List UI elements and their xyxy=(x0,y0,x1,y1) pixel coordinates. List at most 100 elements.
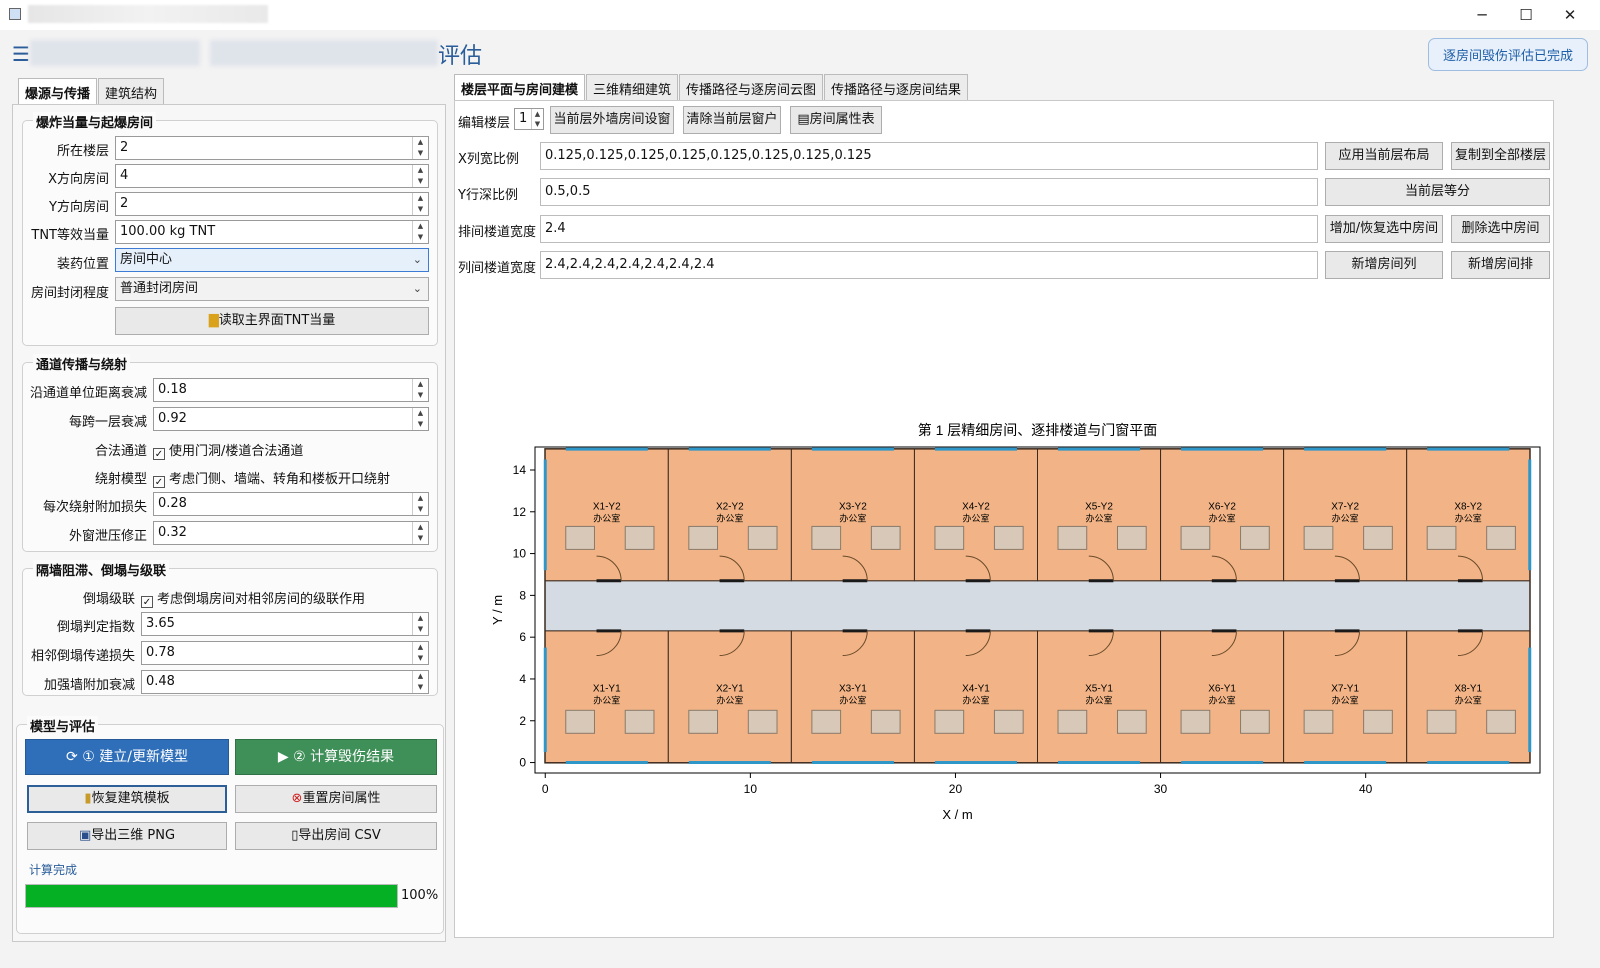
cascade-text: 考虑倒塌房间对相邻房间的级联作用 xyxy=(157,592,366,607)
spin-arrows-icon[interactable]: ▲ ▼ xyxy=(412,493,428,515)
spin-arrows-icon[interactable]: ▲ ▼ xyxy=(412,137,428,159)
equal-split-button[interactable]: 当前层等分 xyxy=(1325,178,1550,206)
furniture-desk xyxy=(624,709,655,734)
room-label: X5-Y1 xyxy=(1085,684,1113,695)
edit-floor-value: 1 xyxy=(519,111,528,126)
tab-building-structure[interactable]: 建筑结构 xyxy=(98,78,165,104)
minimize-button[interactable]: ─ xyxy=(1460,2,1504,28)
spin-arrows-icon[interactable]: ▲ ▼ xyxy=(531,109,543,129)
blurred-title-part xyxy=(30,40,200,66)
spin-arrows-icon[interactable]: ▲ ▼ xyxy=(412,165,428,187)
spin-arrows-icon[interactable]: ▲ ▼ xyxy=(412,221,428,243)
export-png-button[interactable]: ▣导出三维 PNG xyxy=(27,822,227,850)
adj-spinbox[interactable]: 0.78 ▲ ▼ xyxy=(141,641,429,665)
reset-room-button[interactable]: ⊗重置房间属性 xyxy=(235,785,437,813)
restore-template-button[interactable]: ▮恢复建筑模板 xyxy=(27,785,227,813)
room-label: X4-Y1 xyxy=(962,684,990,695)
clear-window-button[interactable]: 清除当前层窗户 xyxy=(683,106,781,134)
diffraction-checkbox[interactable]: ✓ 考虑门侧、墙端、转角和楼板开口绕射 xyxy=(149,468,390,488)
add-restore-room-button[interactable]: 增加/恢复选中房间 xyxy=(1325,215,1443,243)
room-props-button[interactable]: ▤房间属性表 xyxy=(790,106,882,134)
close-button[interactable]: ✕ xyxy=(1548,2,1592,28)
export-csv-button[interactable]: ▯导出房间 CSV xyxy=(235,822,437,850)
yroom-spinbox[interactable]: 2 ▲ ▼ xyxy=(115,192,429,216)
furniture-desk xyxy=(870,709,901,734)
tab-blast-source[interactable]: 爆源与传播 xyxy=(18,78,98,105)
y-axis-label: Y / m xyxy=(490,595,505,625)
room-seal-select[interactable]: 普通封闭房间 ⌄ xyxy=(115,277,429,301)
furniture-desk xyxy=(1240,709,1270,734)
tab-propagation-cloud[interactable]: 传播路径与逐房间云图 xyxy=(679,74,824,100)
compute-button[interactable]: ▶ ② 计算毁伤结果 xyxy=(235,739,437,775)
checkbox-checked-icon[interactable]: ✓ xyxy=(153,476,165,488)
tab-3d-building[interactable]: 三维精细建筑 xyxy=(586,74,679,100)
window-spinbox[interactable]: 0.32 ▲ ▼ xyxy=(153,521,429,545)
floor-spinbox[interactable]: 2 ▲ ▼ xyxy=(115,136,429,160)
row-corridor-input[interactable]: 2.4 xyxy=(540,215,1318,243)
wall-spinbox[interactable]: 0.48 ▲ ▼ xyxy=(141,670,429,694)
furniture-desk xyxy=(1180,709,1211,734)
spin-arrows-icon[interactable]: ▲ ▼ xyxy=(412,408,428,430)
room-type-label: 办公室 xyxy=(1086,695,1113,706)
blurred-title-part xyxy=(210,40,438,66)
copy-all-floors-button[interactable]: 复制到全部楼层 xyxy=(1451,142,1550,170)
maximize-button[interactable]: ☐ xyxy=(1504,2,1548,28)
table-icon: ▤ xyxy=(797,112,810,127)
add-column-button[interactable]: 新增房间列 xyxy=(1325,251,1443,279)
spin-arrows-icon[interactable]: ▲ ▼ xyxy=(412,642,428,664)
exterior-window-button[interactable]: 当前层外墙房间设窗 xyxy=(550,106,674,134)
build-model-button[interactable]: ⟳ ① 建立/更新模型 xyxy=(25,739,229,775)
floor-atten-spinbox[interactable]: 0.92 ▲ ▼ xyxy=(153,407,429,431)
floor-plan-chart[interactable]: 第 1 层精细房间、逐排楼道与门窗平面X1-Y2办公室X2-Y2办公室X3-Y2… xyxy=(460,415,1550,825)
checkbox-checked-icon[interactable]: ✓ xyxy=(141,596,153,608)
furniture-desk xyxy=(565,525,595,550)
room-label: X6-Y1 xyxy=(1208,684,1236,695)
diff-text: 考虑门侧、墙端、转角和楼板开口绕射 xyxy=(169,472,391,487)
checkbox-checked-icon[interactable]: ✓ xyxy=(153,448,165,460)
room-type-label: 办公室 xyxy=(593,513,620,524)
cascade-checkbox[interactable]: ✓ 考虑倒塌房间对相邻房间的级联作用 xyxy=(137,588,365,608)
restore-label: 恢复建筑模板 xyxy=(91,791,170,806)
x-tick-label: 30 xyxy=(1154,782,1168,796)
collapse-label: 倒塌判定指数 xyxy=(56,620,135,635)
spin-arrows-icon[interactable]: ▲ ▼ xyxy=(412,522,428,544)
x-ratio-input[interactable]: 0.125,0.125,0.125,0.125,0.125,0.125,0.12… xyxy=(540,142,1318,170)
apply-layout-button[interactable]: 应用当前层布局 xyxy=(1325,142,1443,170)
room-type-label: 办公室 xyxy=(1332,513,1359,524)
spin-arrows-icon[interactable]: ▲ ▼ xyxy=(412,379,428,401)
read-tnt-button[interactable]: ▇读取主界面TNT当量 xyxy=(115,307,429,335)
spin-arrows-icon[interactable]: ▲ ▼ xyxy=(412,193,428,215)
room-label: X1-Y2 xyxy=(593,502,621,513)
y-ratio-input[interactable]: 0.5,0.5 xyxy=(540,178,1318,206)
diff-loss-spinbox[interactable]: 0.28 ▲ ▼ xyxy=(153,492,429,516)
tab-propagation-results[interactable]: 传播路径与逐房间结果 xyxy=(824,74,969,100)
charge-position-select[interactable]: 房间中心 ⌄ xyxy=(115,248,429,272)
menu-icon[interactable]: ☰ xyxy=(12,42,30,66)
atten-value: 0.18 xyxy=(158,382,187,397)
room-label: X6-Y2 xyxy=(1208,502,1236,513)
tab-floor-plan[interactable]: 楼层平面与房间建模 xyxy=(454,74,586,101)
furniture-desk xyxy=(1486,709,1516,734)
atten-label: 沿通道单位距离衰减 xyxy=(29,386,147,401)
furniture-desk xyxy=(688,709,719,734)
group-collapse: 隔墙阻滞、倒塌与级联 倒塌级联 ✓ 考虑倒塌房间对相邻房间的级联作用 倒塌判定指数… xyxy=(22,560,438,696)
y-tick-label: 12 xyxy=(513,505,527,519)
charge-value: 房间中心 xyxy=(120,252,173,267)
edit-floor-spinbox[interactable]: 1 ▲ ▼ xyxy=(514,108,544,130)
room-label: X7-Y2 xyxy=(1331,502,1359,513)
chart-title: 第 1 层精细房间、逐排楼道与门窗平面 xyxy=(918,422,1158,438)
legal-channel-checkbox[interactable]: ✓ 使用门洞/楼道合法通道 xyxy=(149,440,303,460)
room-label: X7-Y1 xyxy=(1331,684,1359,695)
collapse-spinbox[interactable]: 3.65 ▲ ▼ xyxy=(141,612,429,636)
add-row-button[interactable]: 新增房间排 xyxy=(1451,251,1550,279)
spin-arrows-icon[interactable]: ▲ ▼ xyxy=(412,613,428,635)
delete-room-button[interactable]: 删除选中房间 xyxy=(1451,215,1550,243)
atten-spinbox[interactable]: 0.18 ▲ ▼ xyxy=(153,378,429,402)
furniture-desk xyxy=(1486,525,1516,550)
xroom-spinbox[interactable]: 4 ▲ ▼ xyxy=(115,164,429,188)
cascade-label: 倒塌级联 xyxy=(82,592,135,607)
col-corridor-input[interactable]: 2.4,2.4,2.4,2.4,2.4,2.4,2.4 xyxy=(540,251,1318,279)
spin-arrows-icon[interactable]: ▲ ▼ xyxy=(412,671,428,693)
chevron-down-icon: ⌄ xyxy=(412,253,422,266)
tnt-spinbox[interactable]: 100.00 kg TNT ▲ ▼ xyxy=(115,220,429,244)
